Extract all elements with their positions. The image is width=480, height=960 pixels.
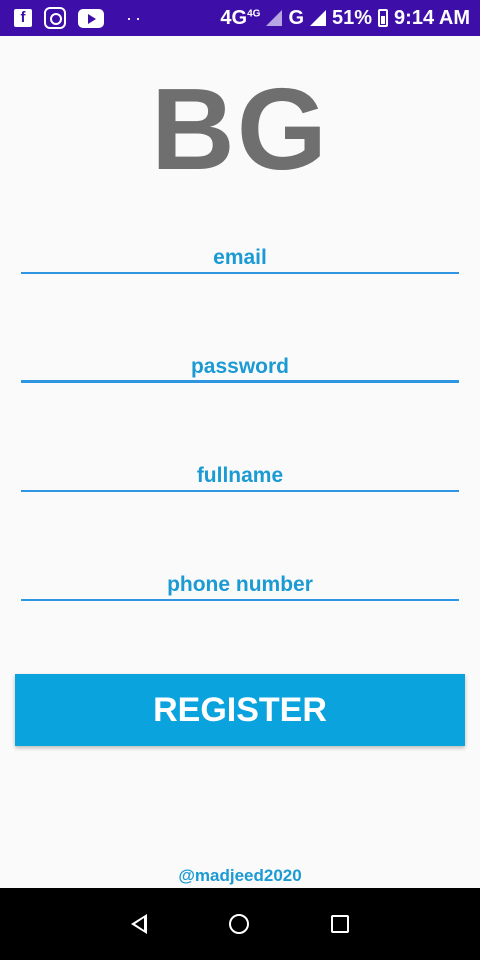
recent-apps-icon[interactable] <box>331 915 349 933</box>
status-bar: f ·· 4G4G G 51% 9:14 AM <box>0 0 480 36</box>
battery-icon <box>378 9 389 27</box>
signal-icon-2 <box>310 10 327 26</box>
password-field[interactable]: password <box>21 353 459 383</box>
fullname-field[interactable]: fullname <box>21 462 459 492</box>
network-type: 4G4G <box>220 6 261 29</box>
credit-text: @madjeed2020 <box>178 866 302 885</box>
youtube-icon <box>78 8 104 28</box>
email-field[interactable]: email <box>21 244 459 274</box>
more-dots-icon: ·· <box>126 7 144 28</box>
navigation-bar <box>0 888 480 960</box>
phone-number-field[interactable]: phone number <box>21 571 459 601</box>
home-icon[interactable] <box>229 914 249 934</box>
facebook-icon: f <box>14 9 32 27</box>
register-button[interactable]: REGISTER <box>15 674 465 746</box>
app-logo: BG <box>151 64 329 194</box>
battery-percent: 51% <box>332 6 373 29</box>
clock: 9:14 AM <box>394 6 470 29</box>
back-icon[interactable] <box>131 914 147 934</box>
network-type-2: G <box>288 6 305 29</box>
signal-icon <box>266 10 283 26</box>
instagram-icon <box>44 7 66 29</box>
